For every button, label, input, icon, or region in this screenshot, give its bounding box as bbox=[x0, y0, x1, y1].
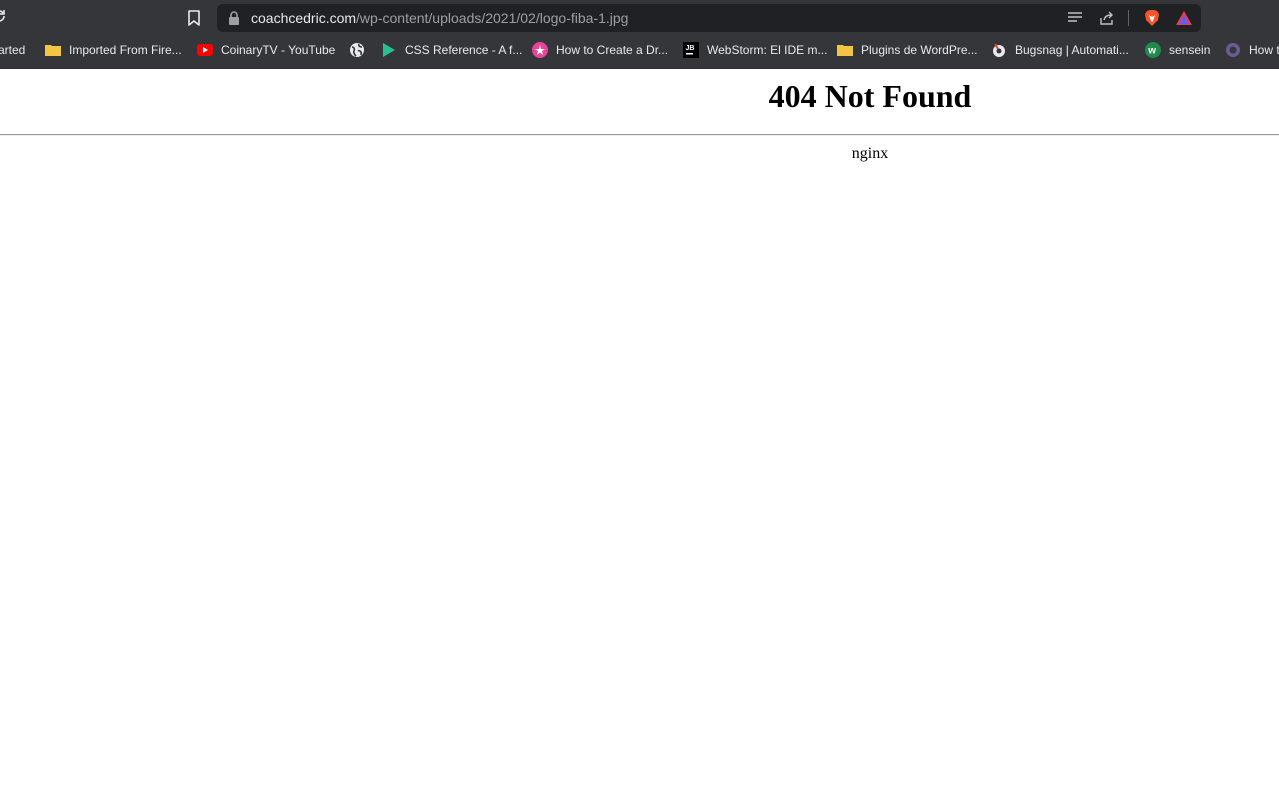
reader-mode-icon[interactable] bbox=[1066, 9, 1084, 27]
url-text[interactable]: coachcedric.com/wp-content/uploads/2021/… bbox=[251, 10, 628, 26]
pink-star-icon bbox=[532, 42, 548, 58]
bookmarks-bar: arted Imported From Fire... CoinaryTV - … bbox=[0, 35, 1279, 69]
css-reference-icon bbox=[381, 42, 397, 58]
bookmark-item-css-reference[interactable]: CSS Reference - A f... bbox=[381, 35, 522, 65]
bookmark-label: Plugins de WordPre... bbox=[861, 43, 978, 57]
bookmark-item-how-to[interactable]: How t bbox=[1225, 35, 1279, 65]
toolbar-divider bbox=[1128, 10, 1129, 26]
jetbrains-icon: JB bbox=[683, 42, 699, 58]
bookmark-label: sensein bbox=[1169, 43, 1211, 57]
folder-icon bbox=[45, 42, 61, 58]
page-title: 404 Not Found bbox=[768, 78, 972, 114]
bookmark-item-bugsnag[interactable]: Bugsnag | Automati... bbox=[991, 35, 1129, 65]
bookmark-item-coinarytv-youtube[interactable]: CoinaryTV - YouTube bbox=[197, 35, 335, 65]
bookmark-label: Bugsnag | Automati... bbox=[1015, 43, 1129, 57]
bookmark-label: arted bbox=[0, 43, 26, 57]
svg-text:JB: JB bbox=[686, 45, 695, 52]
bugsnag-icon bbox=[991, 42, 1007, 58]
youtube-icon bbox=[197, 42, 213, 58]
bookmark-item-getting-started[interactable]: arted bbox=[0, 35, 25, 65]
bookmark-label: WebStorm: El IDE m... bbox=[707, 43, 828, 57]
bookmark-label: How to Create a Dr... bbox=[556, 43, 669, 57]
folder-icon bbox=[837, 42, 853, 58]
bookmark-item-imported-from-firefox[interactable]: Imported From Fire... bbox=[45, 35, 182, 65]
bookmark-label: How t bbox=[1249, 43, 1279, 57]
url-host: coachcedric.com bbox=[251, 10, 357, 26]
browser-toolbar: coachcedric.com/wp-content/uploads/2021/… bbox=[0, 0, 1279, 35]
brave-rewards-icon[interactable] bbox=[1175, 9, 1193, 27]
bookmark-item-plugins-de-wordpress[interactable]: Plugins de WordPre... bbox=[837, 35, 978, 65]
server-name: nginx bbox=[851, 145, 889, 162]
bookmark-item-how-to-create[interactable]: How to Create a Dr... bbox=[532, 35, 668, 65]
address-bar-actions bbox=[1052, 9, 1193, 27]
share-icon[interactable] bbox=[1098, 9, 1116, 27]
globe-icon bbox=[349, 42, 365, 58]
bookmark-page-icon[interactable] bbox=[187, 10, 201, 26]
sensein-icon: w bbox=[1145, 42, 1161, 58]
bookmark-item-webstorm[interactable]: JB WebStorm: El IDE m... bbox=[683, 35, 827, 65]
bookmark-item-sensein[interactable]: w sensein bbox=[1145, 35, 1210, 65]
bookmark-item-globe[interactable] bbox=[349, 35, 373, 65]
divider bbox=[0, 134, 1279, 136]
bookmark-label: CoinaryTV - YouTube bbox=[221, 43, 336, 57]
reload-icon[interactable] bbox=[0, 9, 6, 23]
svg-text:w: w bbox=[1147, 46, 1156, 57]
bookmark-label: CSS Reference - A f... bbox=[405, 43, 523, 57]
generic-site-icon bbox=[1225, 42, 1241, 58]
lock-icon[interactable] bbox=[228, 11, 240, 25]
bookmark-label: Imported From Fire... bbox=[69, 43, 182, 57]
url-path: /wp-content/uploads/2021/02/logo-fiba-1.… bbox=[356, 10, 629, 26]
brave-shields-icon[interactable] bbox=[1143, 9, 1161, 27]
address-bar[interactable]: coachcedric.com/wp-content/uploads/2021/… bbox=[217, 4, 1201, 32]
page-content: 404 Not Found nginx bbox=[0, 69, 1279, 797]
